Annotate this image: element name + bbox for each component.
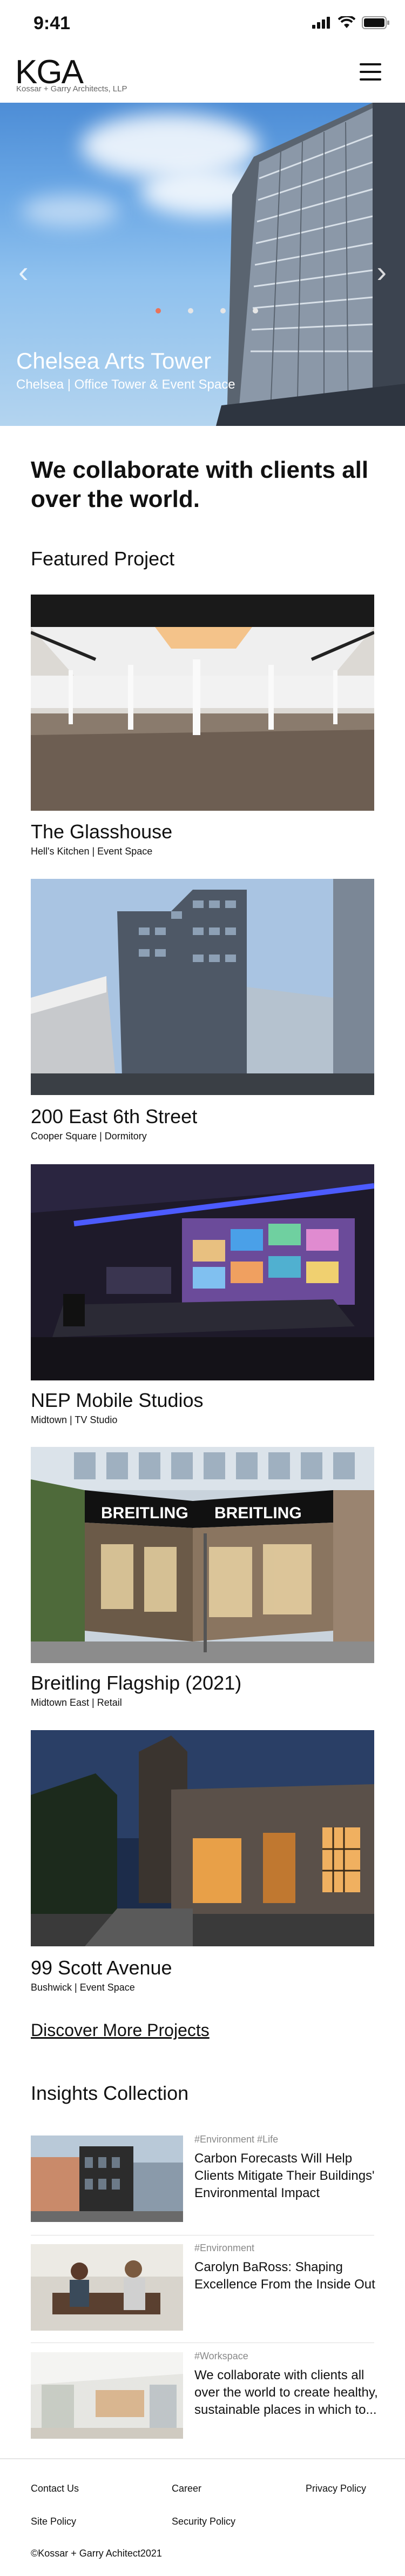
insights-heading: Insights Collection — [31, 2082, 189, 2104]
signal-icon — [312, 17, 330, 29]
footer-site-policy-link[interactable]: Site Policy — [31, 2516, 76, 2527]
insight-tags: #Environment #Life — [194, 2134, 279, 2145]
carousel-dot[interactable] — [220, 308, 226, 313]
project-image-breitling[interactable]: BREITLING BREITLING — [31, 1447, 374, 1663]
hero-next-arrow[interactable]: › — [376, 254, 387, 289]
page: { "status_bar": { "time": "9:41" }, "hea… — [0, 0, 405, 2576]
project-title[interactable]: The Glasshouse — [31, 820, 172, 843]
carousel-dot[interactable] — [188, 308, 193, 313]
carousel-dot[interactable] — [253, 308, 258, 313]
status-icons — [312, 16, 390, 29]
insight-title[interactable]: Carolyn BaRoss: Shaping Excellence From … — [194, 2259, 378, 2293]
hero-title: Chelsea Arts Tower — [16, 348, 212, 373]
project-image-nep[interactable] — [31, 1164, 374, 1380]
project-image-glasshouse[interactable] — [31, 595, 374, 811]
project-subtitle: Cooper Square | Dormitory — [31, 1131, 147, 1142]
hero-subtitle: Chelsea | Office Tower & Event Space — [16, 377, 235, 392]
breitling-photo: BREITLING BREITLING — [31, 1447, 374, 1663]
insight-title[interactable]: We collaborate with clients all over the… — [194, 2367, 378, 2419]
footer-career-link[interactable]: Career — [172, 2483, 201, 2494]
footer-security-link[interactable]: Security Policy — [172, 2516, 235, 2527]
project-title[interactable]: NEP Mobile Studios — [31, 1389, 204, 1412]
breitling-sign: BREITLING — [101, 1504, 188, 1522]
intro-heading: We collaborate with clients all over the… — [31, 457, 369, 512]
insight-image[interactable] — [31, 2135, 183, 2222]
footer-contact-link[interactable]: Contact Us — [31, 2483, 79, 2494]
nep-photo — [31, 1164, 374, 1380]
breitling-sign: BREITLING — [214, 1504, 302, 1522]
logo-subtitle: Kossar + Garry Architects, LLP — [16, 84, 127, 94]
menu-button[interactable] — [360, 63, 381, 81]
wifi-icon — [338, 16, 355, 28]
insight-photo-people — [31, 2244, 183, 2331]
insight-image[interactable] — [31, 2244, 183, 2331]
menu-line — [360, 71, 381, 73]
carousel-dots — [156, 308, 258, 313]
copyright: ©Kossar + Garry Achitect2021 — [31, 2548, 162, 2559]
project-subtitle: Hell's Kitchen | Event Space — [31, 846, 153, 857]
project-subtitle: Midtown | TV Studio — [31, 1414, 118, 1425]
scott-ave-photo — [31, 1730, 374, 1946]
hero-carousel[interactable]: ‹ › Chelsea Arts Tower Chelsea | Office … — [0, 103, 405, 426]
east-6th-photo — [31, 879, 374, 1095]
project-image-99-scott[interactable] — [31, 1730, 374, 1946]
glasshouse-photo — [31, 595, 374, 811]
project-title[interactable]: 200 East 6th Street — [31, 1105, 197, 1128]
carousel-dot[interactable] — [156, 308, 161, 313]
project-subtitle: Midtown East | Retail — [31, 1697, 122, 1708]
project-title[interactable]: 99 Scott Avenue — [31, 1957, 172, 1979]
footer-divider — [0, 2458, 405, 2459]
insight-title[interactable]: Carbon Forecasts Will Help Clients Mitig… — [194, 2150, 378, 2202]
featured-heading: Featured Project — [31, 548, 175, 570]
insight-tags: #Environment — [194, 2243, 255, 2253]
footer-privacy-link[interactable]: Privacy Policy — [306, 2483, 366, 2494]
project-title[interactable]: Breitling Flagship (2021) — [31, 1672, 241, 1694]
insight-photo-office — [31, 2352, 183, 2439]
insight-tags: #Workspace — [194, 2351, 248, 2361]
menu-line — [360, 63, 381, 65]
project-subtitle: Bushwick | Event Space — [31, 1982, 135, 1993]
status-time: 9:41 — [33, 13, 71, 34]
battery-icon — [362, 16, 389, 29]
insight-image[interactable] — [31, 2352, 183, 2439]
insight-photo-buildings — [31, 2135, 183, 2222]
menu-line — [360, 78, 381, 81]
hero-prev-arrow[interactable]: ‹ — [18, 254, 29, 289]
project-image-east-6th[interactable] — [31, 879, 374, 1095]
discover-more-link[interactable]: Discover More Projects — [31, 2020, 210, 2040]
